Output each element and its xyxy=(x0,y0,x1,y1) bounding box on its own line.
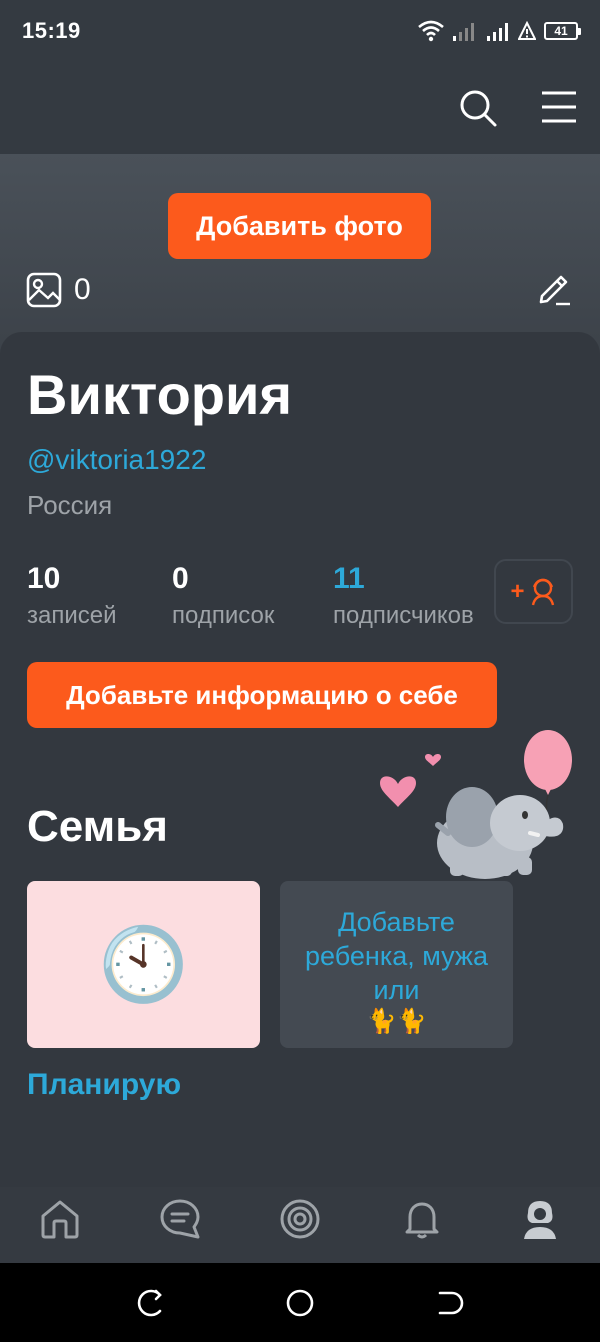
family-card-planning[interactable]: 🕙 xyxy=(27,881,260,1048)
bottom-nav xyxy=(0,1187,600,1263)
cats-emoji: 🐈🐈 xyxy=(366,1008,427,1035)
family-card-add-text: Добавьте ребенка, мужа или xyxy=(305,907,488,1005)
add-user-icon xyxy=(531,578,554,605)
profile-icon[interactable] xyxy=(518,1197,562,1241)
username[interactable]: @viktoria1922 xyxy=(27,444,206,476)
stat-followers-label: подписчиков xyxy=(333,602,474,629)
status-bar: 15:19 41 xyxy=(0,0,600,62)
battery-icon: 41 xyxy=(544,22,581,40)
bell-icon[interactable] xyxy=(400,1197,444,1241)
alert-icon xyxy=(518,21,536,40)
stat-followers-value: 11 xyxy=(333,562,365,595)
photo-count[interactable]: 0 xyxy=(26,272,91,308)
edit-icon[interactable] xyxy=(536,270,572,306)
add-friend-button[interactable]: + xyxy=(494,559,573,624)
chat-icon[interactable] xyxy=(158,1197,202,1241)
system-nav-bar xyxy=(0,1263,600,1342)
top-bar xyxy=(0,62,600,154)
stat-following-label: подписок xyxy=(172,602,275,629)
stat-posts-value: 10 xyxy=(27,562,61,595)
plus-label: + xyxy=(510,577,525,605)
family-card-add[interactable]: Добавьте ребенка, мужа или 🐈🐈 xyxy=(280,881,513,1048)
planning-label[interactable]: Планирую xyxy=(27,1068,181,1102)
stat-posts[interactable]: 10 записей xyxy=(27,562,117,630)
search-icon[interactable] xyxy=(458,88,498,128)
elephant-balloon-illustration xyxy=(380,730,572,879)
signal-icon xyxy=(487,23,508,41)
back-icon[interactable] xyxy=(434,1287,466,1319)
home-button-icon[interactable] xyxy=(284,1287,316,1319)
family-title: Семья xyxy=(27,802,168,851)
stat-following[interactable]: 0 подписок xyxy=(172,562,274,630)
stat-posts-label: записей xyxy=(27,602,117,629)
profile-name: Виктория xyxy=(27,363,293,426)
image-icon xyxy=(26,272,62,308)
recent-apps-icon[interactable] xyxy=(134,1287,166,1319)
stat-following-value: 0 xyxy=(172,562,189,595)
photo-count-value: 0 xyxy=(74,273,91,306)
status-icons: 41 xyxy=(418,20,581,42)
battery-level: 41 xyxy=(554,24,568,38)
country: Россия xyxy=(27,490,113,520)
stat-followers[interactable]: 11 подписчиков xyxy=(333,562,474,630)
target-icon[interactable] xyxy=(278,1197,322,1241)
signal-icon xyxy=(453,23,474,41)
status-time: 15:19 xyxy=(22,18,81,43)
menu-icon[interactable] xyxy=(539,88,579,128)
home-icon[interactable] xyxy=(38,1197,82,1241)
wifi-icon xyxy=(418,20,444,42)
clock-icon: 🕙 xyxy=(98,924,189,1005)
add-photo-button[interactable]: Добавить фото xyxy=(168,193,431,259)
add-info-button[interactable]: Добавьте информацию о себе xyxy=(27,662,497,728)
